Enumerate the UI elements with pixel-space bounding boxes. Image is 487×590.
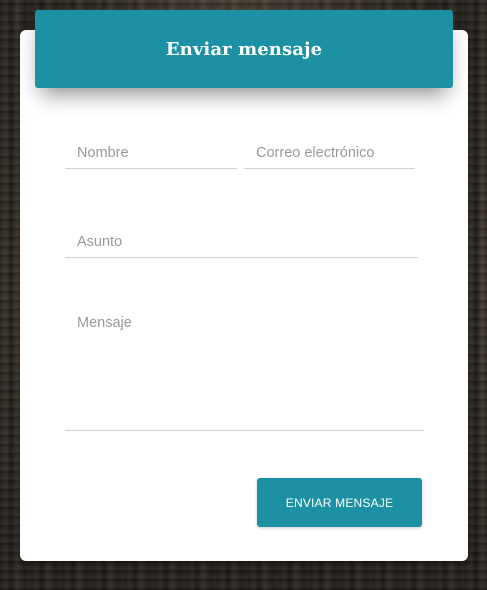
form-title: Enviar mensaje <box>165 38 323 60</box>
message-textarea[interactable] <box>65 308 424 431</box>
subject-input[interactable] <box>65 227 418 258</box>
send-message-button[interactable]: ENVIAR MENSAJE <box>257 478 422 527</box>
email-input[interactable] <box>244 138 415 169</box>
form-header: Enviar mensaje <box>35 10 453 88</box>
name-input[interactable] <box>65 138 237 169</box>
